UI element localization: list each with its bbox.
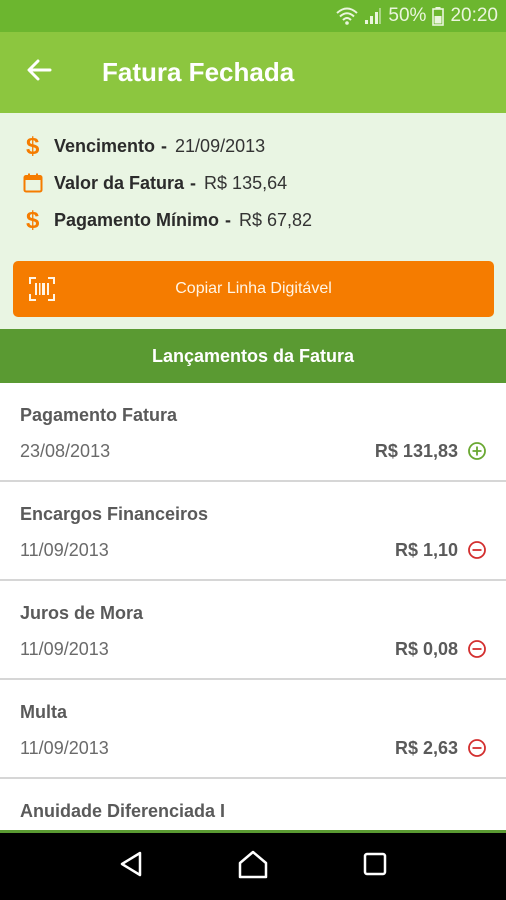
transaction-description: Encargos Financeiros: [20, 504, 209, 524]
clock: 20:20: [450, 5, 498, 26]
transaction-date: 11/09/2013: [20, 540, 109, 560]
minimum-payment-row: $ Pagamento Mínimo - R$ 67,82: [22, 207, 312, 233]
app-bar: Fatura Fechada: [0, 32, 506, 113]
svg-text:$: $: [26, 133, 40, 159]
due-date-row: $ Vencimento - 21/09/2013: [22, 133, 265, 159]
minimum-payment-value: R$ 67,82: [239, 209, 313, 230]
page-title: Fatura Fechada: [102, 57, 295, 87]
copy-barcode-label: Copiar Linha Digitável: [175, 280, 332, 297]
wifi-icon: [336, 7, 359, 25]
transaction-date: 11/09/2013: [20, 738, 109, 758]
transaction-description: Anuidade Diferenciada I: [20, 801, 226, 821]
separator: -: [161, 135, 168, 156]
section-header: Lançamentos da Fatura: [0, 329, 506, 383]
minus-circle-icon: [467, 639, 487, 659]
barcode-icon: [29, 277, 55, 306]
transactions-list[interactable]: Pagamento Fatura 23/08/2013 R$ 131,83 En…: [0, 383, 506, 832]
copy-barcode-button[interactable]: Copiar Linha Digitável: [13, 261, 494, 317]
transaction-description: Pagamento Fatura: [20, 405, 178, 425]
minus-circle-icon: [467, 738, 487, 758]
transaction-date: 11/09/2013: [20, 639, 109, 659]
calendar-icon: [22, 170, 44, 196]
square-recents-icon: [362, 851, 388, 882]
separator: -: [190, 172, 197, 193]
due-date-label: Vencimento: [54, 135, 156, 156]
minus-circle-icon: [467, 540, 487, 560]
minimum-payment-label: Pagamento Mínimo: [54, 209, 220, 230]
triangle-back-icon: [118, 850, 144, 883]
invoice-total-value: R$ 135,64: [204, 172, 288, 193]
system-nav-bar: [0, 833, 506, 900]
separator: -: [225, 209, 232, 230]
transaction-amount: R$ 0,08: [394, 639, 458, 659]
transaction-description: Multa: [20, 702, 67, 722]
list-item[interactable]: Anuidade Diferenciada I: [0, 779, 506, 832]
arrow-back-icon: [26, 59, 52, 86]
invoice-total-row: Valor da Fatura - R$ 135,64: [22, 170, 287, 196]
home-icon: [237, 849, 269, 884]
due-date-value: 21/09/2013: [175, 135, 266, 156]
transaction-description: Juros de Mora: [20, 603, 144, 623]
signal-icon: [364, 7, 382, 25]
transaction-date: 23/08/2013: [20, 441, 111, 461]
dollar-icon: $: [22, 207, 44, 233]
nav-back-button[interactable]: [111, 847, 151, 887]
list-item[interactable]: Juros de Mora 11/09/2013 R$ 0,08: [0, 581, 506, 680]
battery-percentage: 50%: [388, 5, 427, 26]
status-bar: 50% 20:20: [0, 0, 506, 32]
list-item[interactable]: Pagamento Fatura 23/08/2013 R$ 131,83: [0, 383, 506, 482]
list-item[interactable]: Multa 11/09/2013 R$ 2,63: [0, 680, 506, 779]
svg-text:$: $: [26, 207, 40, 233]
invoice-summary: $ Vencimento - 21/09/2013 Valor da Fatur…: [0, 113, 506, 329]
dollar-icon: $: [22, 133, 44, 159]
plus-circle-icon: [467, 441, 487, 461]
transaction-amount: R$ 1,10: [394, 540, 458, 560]
list-item[interactable]: Encargos Financeiros 11/09/2013 R$ 1,10: [0, 482, 506, 581]
back-button[interactable]: [0, 32, 78, 113]
nav-home-button[interactable]: [233, 847, 273, 887]
transaction-amount: R$ 2,63: [394, 738, 458, 758]
nav-recents-button[interactable]: [355, 847, 395, 887]
battery-icon: [432, 6, 445, 26]
transaction-amount: R$ 131,83: [374, 441, 458, 461]
invoice-total-label: Valor da Fatura: [54, 172, 185, 193]
